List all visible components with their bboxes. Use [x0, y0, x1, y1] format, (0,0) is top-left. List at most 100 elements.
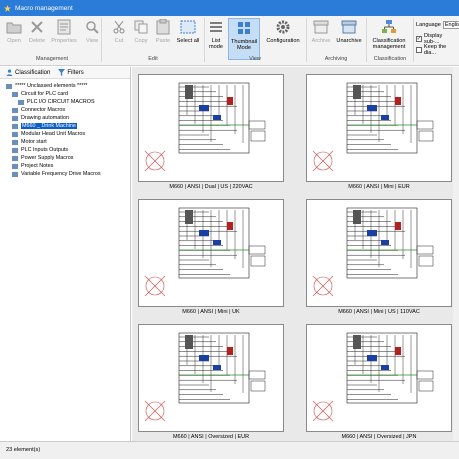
macro-thumbnail[interactable]: M660 | ANSI | Oversized | JPN: [306, 324, 452, 441]
classification-group-label: Classification: [373, 56, 407, 62]
tree-item[interactable]: Connector Macros: [0, 106, 130, 114]
delete-label: Delete: [28, 38, 46, 44]
macro-management-window: Macro management Open Delete Properties …: [0, 0, 459, 459]
clipboard-icon: [154, 18, 172, 36]
folder-icon: [12, 139, 18, 145]
copy-icon: [132, 18, 150, 36]
classification-management-button[interactable]: Classification management: [368, 18, 410, 60]
classification-icon: [380, 18, 398, 36]
macro-thumbnail[interactable]: M660 | ANSI | Mini | EUR: [306, 74, 452, 192]
properties-icon: [55, 18, 73, 36]
edit-group-label: Edit: [148, 56, 158, 62]
view-group-label: View: [249, 56, 261, 62]
window-title: Macro management: [15, 4, 73, 12]
separator: [366, 18, 367, 62]
thumbnail-caption: M660 | ANSI | Mini | EUR: [348, 184, 410, 190]
unarchive-label: Unarchive: [336, 38, 362, 44]
schematic-drawing: [312, 332, 434, 422]
magnifier-icon: [83, 18, 101, 36]
star-icon: [4, 4, 11, 12]
keep-dia-checkbox[interactable]: [416, 47, 422, 53]
paste-button[interactable]: Paste: [154, 18, 172, 60]
tree-item-label: PLC I/O CIRCUIT MACROS: [27, 99, 95, 105]
tree-item[interactable]: Modular Head Unit Macros: [0, 130, 130, 138]
thumbnail-caption: M660 | ANSI | Dual | US | 220VAC: [169, 184, 253, 190]
vertical-scrollbar[interactable]: [453, 67, 459, 441]
tree-item-label: M660 _ Drink Machine: [21, 123, 77, 129]
macro-thumbnail[interactable]: M660 | ANSI | Mini | US | 110VAC: [306, 199, 452, 317]
thumbnail-mode-button[interactable]: Thumbnail Mode: [228, 18, 260, 60]
tree-item[interactable]: Motor start: [0, 138, 130, 146]
macro-thumbnail[interactable]: M660 | ANSI | Dual | US | 220VAC: [138, 74, 284, 192]
thumbnail-frame: [306, 324, 452, 432]
folder-icon: [6, 83, 12, 89]
select-all-label: Select all: [176, 38, 200, 44]
view-button[interactable]: View: [84, 18, 100, 60]
tree-item[interactable]: PLC Inputs Outputs: [0, 146, 130, 154]
view-label: View: [85, 38, 99, 44]
people-icon: [6, 69, 13, 76]
thumbnail-frame: [138, 199, 284, 307]
tree-item-label: Motor start: [21, 139, 47, 145]
archive-box-icon: [312, 18, 330, 36]
properties-button[interactable]: Properties: [50, 18, 78, 60]
thumbnail-frame: [306, 199, 452, 307]
copy-button[interactable]: Copy: [132, 18, 150, 60]
folder-icon: [12, 171, 18, 177]
list-mode-button[interactable]: List mode: [206, 18, 226, 60]
panel-tabs: Classification Filters: [0, 67, 130, 79]
folder-icon: [18, 99, 24, 105]
filter-icon: [58, 69, 66, 76]
tree-item[interactable]: Drawing automation: [0, 114, 130, 122]
delete-button[interactable]: Delete: [26, 18, 48, 60]
tree-item-label: Connector Macros: [21, 107, 66, 113]
tab-filters[interactable]: Filters: [58, 69, 84, 76]
tree-item-label: Project Notes: [21, 163, 54, 169]
cut-button[interactable]: Cut: [110, 18, 128, 60]
tab-classification[interactable]: Classification: [6, 69, 50, 76]
unarchive-box-icon: [340, 18, 358, 36]
tree-item[interactable]: PLC I/O CIRCUIT MACROS: [0, 98, 130, 106]
configuration-button[interactable]: Configuration: [262, 18, 304, 60]
open-button[interactable]: Open: [4, 18, 24, 60]
status-bar: 23 element(s): [0, 441, 459, 459]
unarchive-button[interactable]: Unarchive: [334, 18, 364, 60]
element-count: 23 element(s): [6, 447, 41, 453]
tree-item[interactable]: Project Notes: [0, 162, 130, 170]
tree-item[interactable]: ***** Unclassed elements *****: [0, 82, 130, 90]
tree-item-selected[interactable]: M660 _ Drink Machine: [0, 122, 130, 130]
folder-icon: [12, 91, 18, 97]
tree-item[interactable]: Circuit for PLC card: [0, 90, 130, 98]
folder-icon: [12, 107, 18, 113]
tree-item[interactable]: Variable Frequency Drive Macros: [0, 170, 130, 178]
classification-management-label: Classification management: [372, 38, 406, 50]
thumbnail-mode-label: Thumbnail Mode: [230, 39, 258, 51]
tab-classification-label: Classification: [15, 69, 51, 76]
configuration-label: Configuration: [266, 38, 300, 44]
thumbnail-caption: M660 | ANSI | Mini | UK: [182, 309, 240, 315]
thumbnail-grid-icon: [235, 19, 253, 37]
macro-thumbnail[interactable]: M660 | ANSI | Mini | UK: [138, 199, 284, 317]
keep-dia-option[interactable]: Keep the dia...: [416, 44, 459, 56]
display-sub-checkbox[interactable]: ✓: [416, 36, 422, 42]
tree-item-label: PLC Inputs Outputs: [21, 147, 69, 153]
folder-icon: [12, 155, 18, 161]
thumbnail-frame: [138, 74, 284, 182]
tree-item-label: Circuit for PLC card: [21, 91, 69, 97]
macro-thumbnail[interactable]: M660 | ANSI | Oversized | EUR: [138, 324, 284, 441]
open-folder-icon: [5, 18, 23, 36]
tree-item[interactable]: Power Supply Macros: [0, 154, 130, 162]
archive-button[interactable]: Archive: [309, 18, 333, 60]
thumbnail-frame: [306, 74, 452, 182]
list-icon: [207, 18, 225, 36]
thumbnail-caption: M660 | ANSI | Oversized | EUR: [172, 434, 250, 440]
thumbnail-frame: [138, 324, 284, 432]
tree-item-label: Variable Frequency Drive Macros: [21, 171, 101, 177]
thumbnail-area: M660 | ANSI | Dual | US | 220VAC M660 | …: [132, 67, 459, 441]
archive-label: Archive: [311, 38, 331, 44]
select-all-button[interactable]: Select all: [176, 18, 200, 60]
classification-panel: Classification Filters ***** Unclassed e…: [0, 67, 131, 441]
folder-icon: [12, 147, 18, 153]
language-select[interactable]: English: [442, 21, 459, 29]
open-label: Open: [7, 38, 21, 44]
